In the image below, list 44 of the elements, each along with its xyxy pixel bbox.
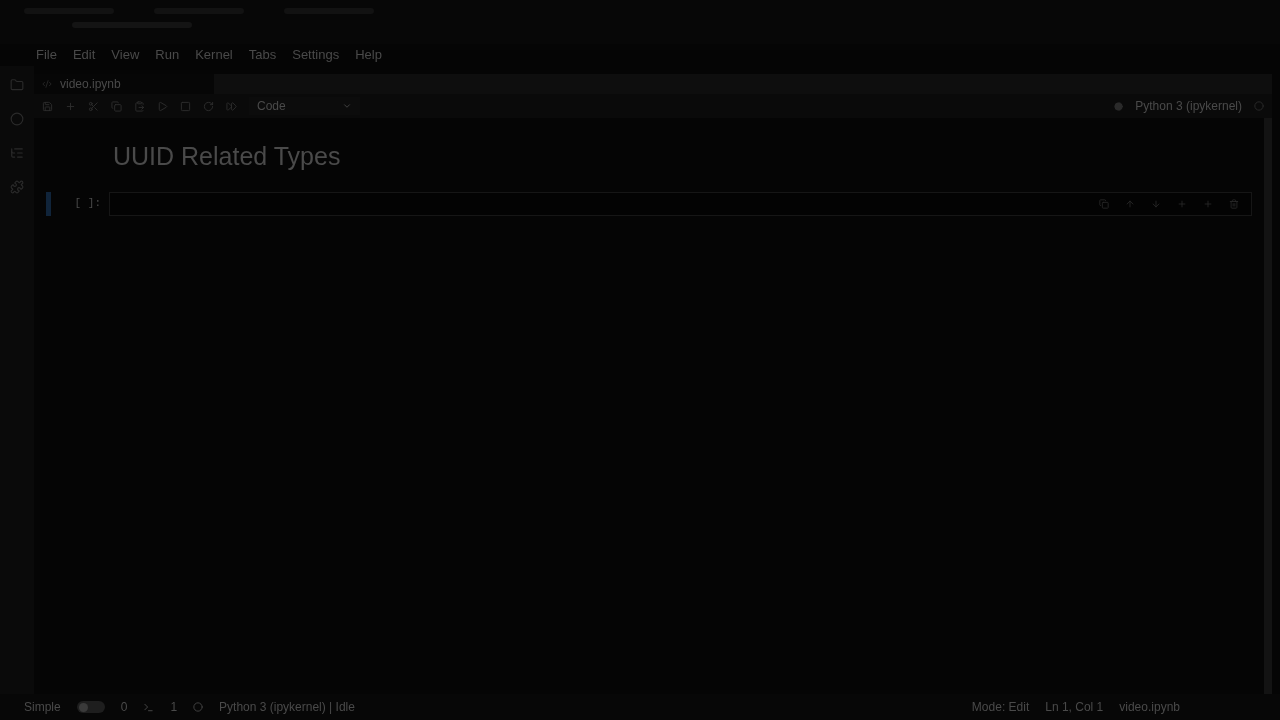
terminal-icon bbox=[143, 701, 155, 713]
menu-item[interactable]: File bbox=[36, 45, 57, 65]
stop-icon[interactable] bbox=[180, 100, 191, 112]
play-icon[interactable] bbox=[157, 100, 168, 112]
status-count: 0 bbox=[120, 699, 128, 716]
restart-icon[interactable] bbox=[203, 100, 214, 112]
kernel-status[interactable]: Python 3 (ipykernel) | Idle bbox=[219, 698, 355, 716]
file-name: video.ipynb bbox=[1119, 699, 1180, 716]
simple-label: Simple bbox=[24, 699, 61, 716]
menu-item[interactable]: Kernel bbox=[195, 45, 233, 65]
scissors-icon[interactable] bbox=[88, 100, 99, 112]
heading: UUID Related Types bbox=[113, 141, 341, 172]
notebook-icon bbox=[42, 79, 52, 89]
menu-item[interactable]: Run bbox=[155, 45, 180, 65]
puzzle-icon[interactable] bbox=[10, 180, 24, 194]
cursor-position[interactable]: Ln 1, Col 1 bbox=[1045, 698, 1104, 716]
menu-item[interactable]: Settings bbox=[292, 45, 340, 65]
save-icon[interactable] bbox=[42, 100, 53, 112]
cell-prompt: [ ]: bbox=[73, 196, 102, 212]
delete-icon[interactable] bbox=[1229, 198, 1239, 209]
copy-icon[interactable] bbox=[111, 100, 122, 112]
move-down-icon[interactable] bbox=[1151, 198, 1161, 209]
simple-toggle[interactable] bbox=[76, 701, 105, 713]
kernel-status-icon bbox=[1114, 101, 1124, 111]
menu-item[interactable]: Help bbox=[355, 45, 382, 65]
caret-icon bbox=[341, 101, 352, 111]
paste-icon[interactable] bbox=[134, 100, 145, 112]
list-icon[interactable] bbox=[10, 146, 24, 160]
menu-item[interactable]: View bbox=[111, 45, 140, 65]
duplicate-icon[interactable] bbox=[1099, 198, 1109, 209]
menu-item[interactable]: Tabs bbox=[248, 45, 277, 65]
kernel-name[interactable]: Python 3 (ipykernel) bbox=[1135, 97, 1242, 115]
notebook-tab[interactable]: video.ipynb bbox=[34, 74, 214, 94]
tab-label: video.ipynb bbox=[60, 76, 121, 93]
mode-status: Mode: Edit bbox=[971, 699, 1030, 716]
move-up-icon[interactable] bbox=[1125, 198, 1135, 209]
running-icon[interactable] bbox=[10, 112, 24, 126]
status-count: 1 bbox=[170, 699, 178, 716]
code-input[interactable] bbox=[109, 191, 1252, 216]
kernel-icon bbox=[193, 702, 204, 712]
folder-icon[interactable] bbox=[10, 78, 24, 92]
plus-icon[interactable] bbox=[65, 100, 76, 112]
menu-item[interactable]: Edit bbox=[72, 45, 96, 65]
fast-forward-icon[interactable] bbox=[226, 100, 237, 112]
